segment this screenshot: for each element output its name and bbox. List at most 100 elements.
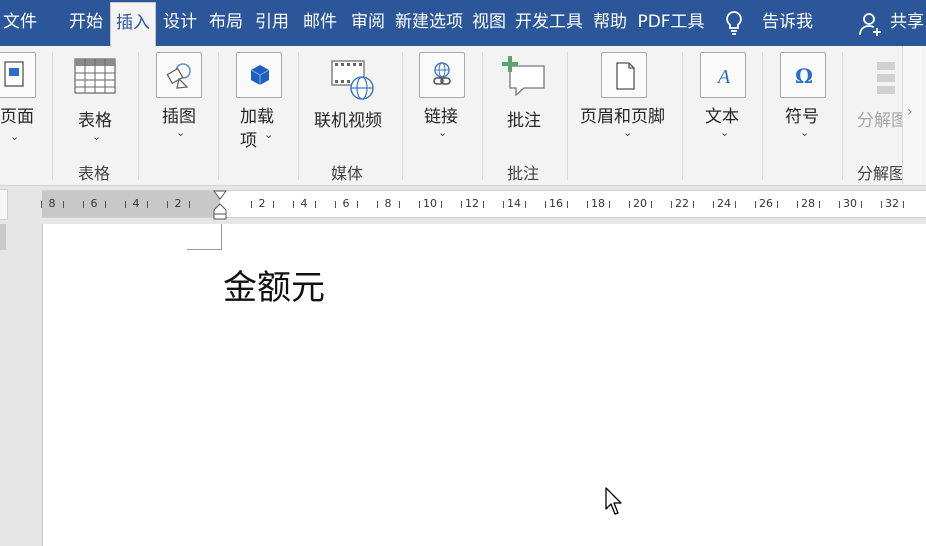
- exploded-view-icon: [877, 62, 895, 94]
- pages-button[interactable]: [0, 52, 36, 98]
- tab-new-options[interactable]: 新建选项: [394, 0, 464, 46]
- ruler-number: 2: [174, 197, 182, 210]
- mouse-cursor-icon: [605, 487, 622, 515]
- horizontal-ruler-area: 8 6 4 2 2 4 6 8 10 12 14 16 18 20 22 24 26 28 30 32: [0, 187, 926, 224]
- ruler-tick: [251, 201, 252, 208]
- share-button[interactable]: 共享: [890, 0, 924, 44]
- group-separator: [842, 52, 843, 180]
- ruler-number: 8: [48, 197, 56, 210]
- ruler-tick: [125, 201, 126, 208]
- ruler-number: 22: [675, 197, 689, 210]
- ruler-tick: [525, 201, 526, 208]
- horizontal-ruler[interactable]: 8 6 4 2 2 4 6 8 10 12 14 16 18 20 22 24 26 28 30 32: [41, 190, 926, 220]
- header-footer-label[interactable]: 页眉和页脚: [580, 102, 665, 127]
- user-add-icon[interactable]: [858, 11, 884, 37]
- illustrations-button[interactable]: [156, 52, 202, 98]
- ruler-tick: [315, 201, 316, 208]
- text-label[interactable]: 文本: [705, 102, 739, 127]
- ruler-tick: [357, 201, 358, 208]
- ruler-tick: [881, 201, 882, 208]
- tab-developer[interactable]: 开发工具: [514, 0, 584, 46]
- ruler-tick: [609, 201, 610, 208]
- chevron-down-icon[interactable]: ⌄: [623, 126, 632, 139]
- addins-label-line1[interactable]: 加载: [240, 102, 274, 127]
- tab-design[interactable]: 设计: [158, 0, 202, 46]
- ruler-number: 2: [258, 197, 266, 210]
- new-comment-icon[interactable]: [500, 54, 548, 98]
- ruler-number: 4: [132, 197, 140, 210]
- tab-selector[interactable]: [0, 189, 8, 220]
- addins-button[interactable]: [236, 52, 282, 98]
- online-video-label[interactable]: 联机视频: [314, 106, 382, 131]
- chevron-down-icon[interactable]: ⌄: [10, 130, 19, 143]
- chevron-down-icon[interactable]: ⌄: [720, 126, 729, 139]
- document-page[interactable]: 金额元: [42, 224, 926, 546]
- ribbon-scroll-right-button[interactable]: ›: [902, 46, 922, 184]
- document-text[interactable]: 金额元: [223, 260, 325, 309]
- tab-insert[interactable]: 插入: [110, 2, 156, 46]
- group-label-comments: 批注: [507, 164, 540, 183]
- illustrations-label[interactable]: 插图: [162, 102, 196, 127]
- ribbon-insert: 页面 ⌄ 表格 ⌄ 表格 插图 ⌄ 加载 项 ⌄ 联机视频 媒体 链接 ⌄ 批注…: [0, 46, 926, 186]
- ruler-tick: [567, 201, 568, 208]
- title-tab-bar: 文件 开始 插入 设计 布局 引用 邮件 审阅 新建选项 视图 开发工具 帮助 …: [0, 0, 926, 46]
- ruler-tick: [441, 201, 442, 208]
- addins-label-line2[interactable]: 项: [240, 126, 257, 151]
- text-button[interactable]: A: [700, 52, 746, 98]
- chevron-down-icon[interactable]: ⌄: [176, 126, 185, 139]
- cube-icon: [250, 65, 270, 85]
- tab-review[interactable]: 审阅: [346, 0, 390, 46]
- chevron-down-icon[interactable]: ⌄: [92, 130, 101, 143]
- ruler-number: 6: [90, 197, 98, 210]
- header-footer-button[interactable]: [601, 52, 647, 98]
- ruler-tick: [545, 201, 546, 208]
- table-button-label[interactable]: 表格: [78, 106, 112, 131]
- group-label-table: 表格: [78, 164, 111, 183]
- tab-mailings[interactable]: 邮件: [298, 0, 342, 46]
- chevron-down-icon[interactable]: ⌄: [264, 128, 273, 141]
- links-button[interactable]: [419, 52, 465, 98]
- tell-me-label[interactable]: 告诉我: [762, 0, 813, 44]
- group-label-media: 媒体: [331, 164, 364, 183]
- ruler-tick: [735, 201, 736, 208]
- lightbulb-icon[interactable]: [722, 10, 746, 36]
- ruler-number: 32: [885, 197, 899, 210]
- ruler-number: 20: [633, 197, 647, 210]
- ruler-tick: [755, 201, 756, 208]
- ruler-number: 24: [717, 197, 731, 210]
- ruler-tick: [83, 201, 84, 208]
- group-separator: [682, 52, 683, 180]
- ruler-tick: [189, 201, 190, 208]
- decompose-label: 分解图: [857, 111, 908, 131]
- tab-pdf-tools[interactable]: PDF工具: [636, 0, 706, 46]
- tab-file[interactable]: 文件: [0, 0, 40, 46]
- tab-references[interactable]: 引用: [250, 0, 294, 46]
- shapes-icon: [166, 63, 191, 89]
- ruler-tick: [503, 201, 504, 208]
- indent-marker[interactable]: [213, 190, 227, 220]
- symbols-label[interactable]: 符号: [785, 102, 819, 127]
- tab-home[interactable]: 开始: [64, 0, 108, 46]
- ruler-tick: [903, 201, 904, 208]
- ruler-tick: [377, 201, 378, 208]
- group-separator: [52, 52, 53, 180]
- links-label[interactable]: 链接: [424, 102, 458, 127]
- online-video-icon[interactable]: [330, 58, 376, 102]
- omega-icon: Ω: [795, 64, 813, 88]
- chevron-right-icon: ›: [907, 104, 913, 120]
- ruler-tick: [797, 201, 798, 208]
- tab-layout[interactable]: 布局: [204, 0, 248, 46]
- symbols-button[interactable]: Ω: [780, 52, 826, 98]
- tab-help[interactable]: 帮助: [588, 0, 632, 46]
- table-icon[interactable]: [74, 58, 118, 96]
- chevron-down-icon[interactable]: ⌄: [438, 126, 447, 139]
- ruler-tick: [587, 201, 588, 208]
- pages-label[interactable]: 页面: [0, 102, 34, 127]
- ruler-tick: [483, 201, 484, 208]
- tab-view[interactable]: 视图: [468, 0, 510, 46]
- chevron-down-icon[interactable]: ⌄: [800, 126, 809, 139]
- ruler-tick: [461, 201, 462, 208]
- group-label-decompose: 分解图: [857, 164, 906, 183]
- group-separator: [567, 52, 568, 180]
- comment-label[interactable]: 批注: [507, 106, 541, 131]
